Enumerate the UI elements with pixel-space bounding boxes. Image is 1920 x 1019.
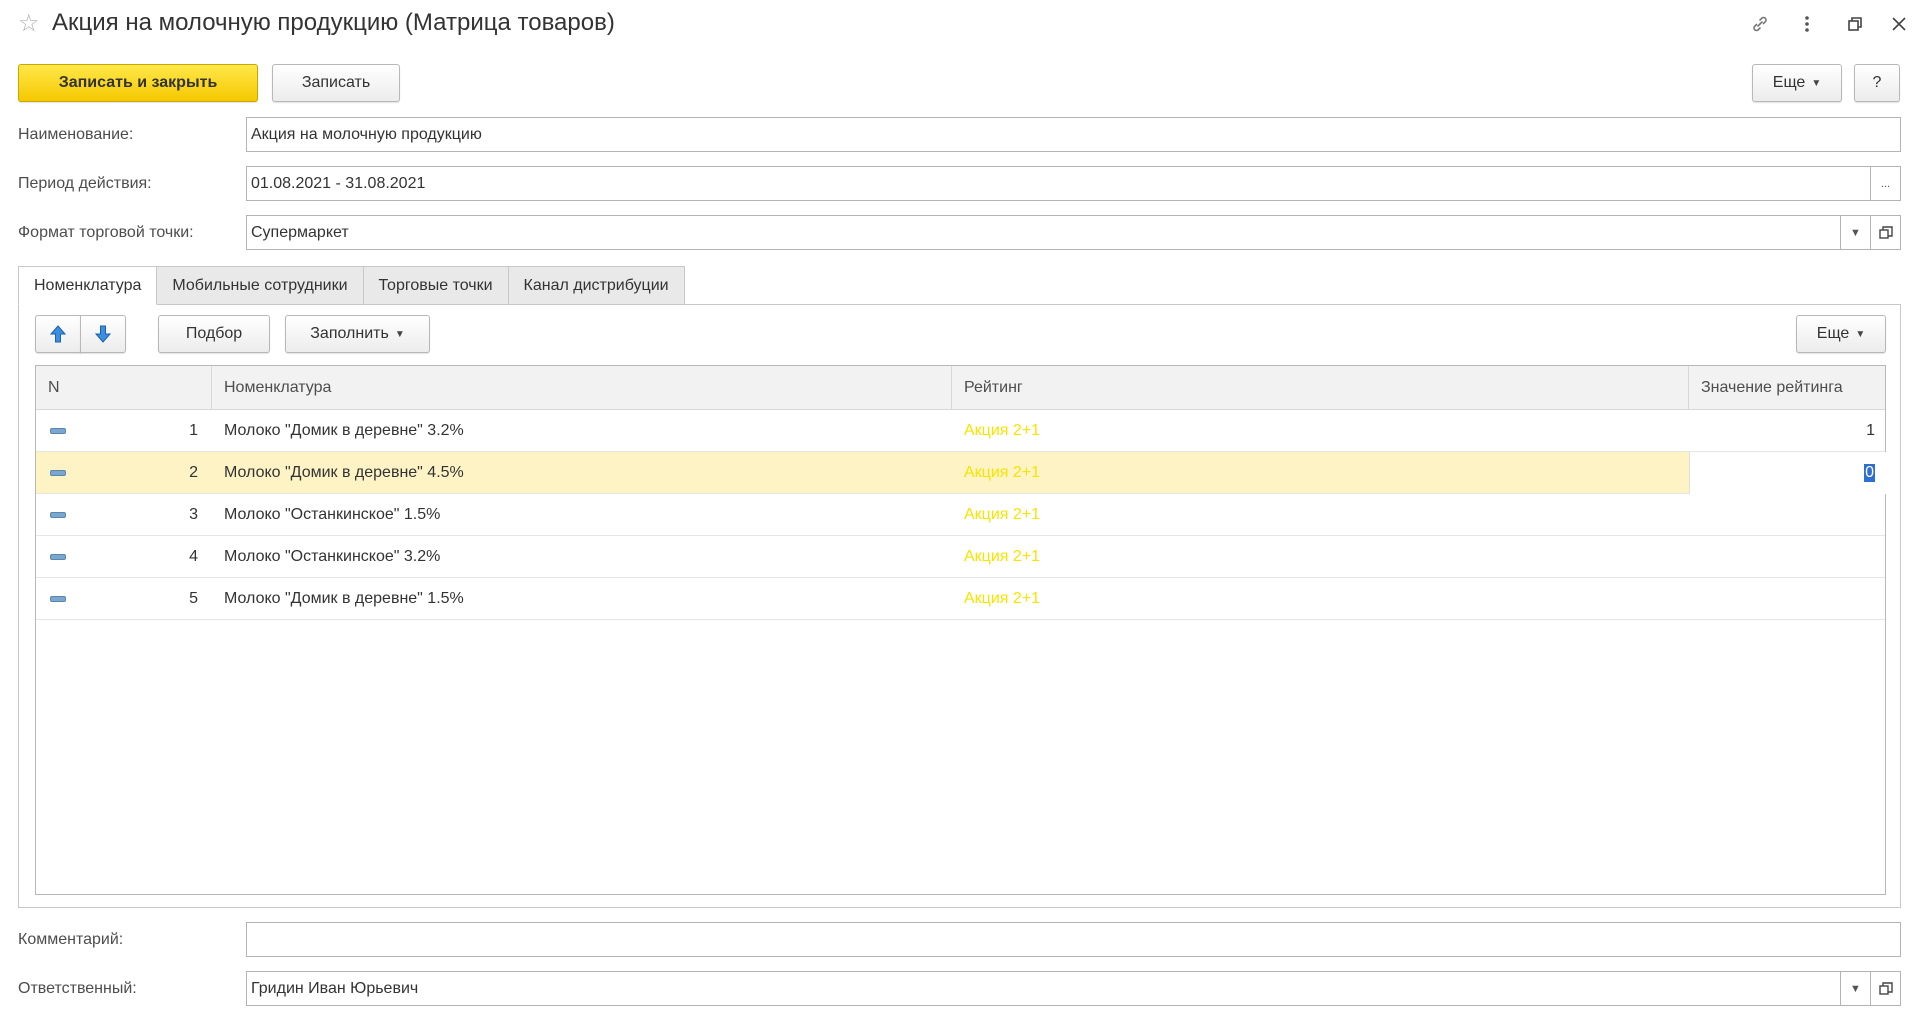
save-and-close-button[interactable]: Записать и закрыть — [18, 64, 258, 102]
more-button[interactable]: Еще ▼ — [1752, 64, 1842, 102]
title-bar: ☆ Акция на молочную продукцию (Матрица т… — [0, 0, 1920, 50]
period-input[interactable]: 01.08.2021 - 31.08.2021 — [246, 166, 1871, 201]
column-header-rating-value[interactable]: Значение рейтинга — [1689, 366, 1887, 410]
row-item: Молоко "Останкинское" 3.2% — [224, 548, 441, 565]
open-window-icon — [1878, 981, 1893, 995]
row-rating-value: 0 — [1864, 464, 1875, 482]
move-down-button[interactable] — [80, 315, 126, 353]
close-icon[interactable] — [1887, 12, 1911, 36]
arrow-down-icon — [94, 325, 112, 343]
column-header-nomenclature[interactable]: Номенклатура — [212, 366, 952, 410]
table-row-selected[interactable]: 2 Молоко "Домик в деревне" 4.5% Акция 2+… — [36, 452, 1887, 494]
tab-mobile-staff[interactable]: Мобильные сотрудники — [157, 266, 364, 305]
name-input[interactable]: Акция на молочную продукцию — [246, 117, 1901, 152]
move-up-button[interactable] — [35, 315, 81, 353]
row-number: 2 — [189, 464, 198, 481]
comment-input[interactable] — [246, 922, 1901, 957]
window-title: Акция на молочную продукцию (Матрица тов… — [52, 9, 615, 36]
pick-button[interactable]: Подбор — [158, 315, 270, 353]
name-label: Наименование: — [18, 126, 134, 143]
restore-window-icon[interactable] — [1843, 12, 1867, 36]
responsible-dropdown-button[interactable]: ▼ — [1840, 971, 1871, 1006]
tab-distribution-channel[interactable]: Канал дистрибуции — [508, 266, 685, 305]
row-rating: Акция 2+1 — [964, 506, 1041, 523]
period-select-button[interactable]: ... — [1870, 166, 1901, 201]
table-row[interactable]: 5 Молоко "Домик в деревне" 1.5% Акция 2+… — [36, 578, 1885, 620]
row-rating-value — [1689, 536, 1875, 578]
row-rating: Акция 2+1 — [964, 590, 1041, 607]
row-rating-value — [1689, 578, 1875, 620]
comment-label: Комментарий: — [18, 931, 124, 948]
tab-trade-points[interactable]: Торговые точки — [363, 266, 509, 305]
format-open-button[interactable] — [1870, 215, 1901, 250]
open-window-icon — [1878, 225, 1893, 239]
link-icon[interactable] — [1748, 12, 1772, 36]
row-number: 1 — [189, 422, 198, 439]
more-button-label: Еще — [1772, 74, 1806, 91]
row-rating: Акция 2+1 — [964, 422, 1041, 439]
table-row[interactable]: 3 Молоко "Останкинское" 1.5% Акция 2+1 — [36, 494, 1885, 536]
column-header-n[interactable]: N — [36, 366, 212, 410]
responsible-open-button[interactable] — [1870, 971, 1901, 1006]
row-rating-value: 1 — [1866, 422, 1875, 439]
items-table[interactable]: N Номенклатура Рейтинг Значение рейтинга… — [35, 365, 1887, 895]
responsible-label: Ответственный: — [18, 980, 137, 997]
fill-button-label: Заполнить — [310, 325, 389, 342]
format-dropdown-button[interactable]: ▼ — [1840, 215, 1871, 250]
table-row[interactable]: 1 Молоко "Домик в деревне" 3.2% Акция 2+… — [36, 410, 1885, 452]
row-item: Молоко "Останкинское" 1.5% — [224, 506, 441, 523]
fill-button[interactable]: Заполнить ▼ — [285, 315, 430, 353]
format-input[interactable]: Супермаркет — [246, 215, 1841, 250]
tab-bar: Номенклатура Мобильные сотрудники Торгов… — [18, 266, 685, 305]
row-rating-value — [1689, 494, 1875, 536]
chevron-down-icon: ▼ — [1850, 226, 1861, 239]
tab-nomenclature[interactable]: Номенклатура — [18, 266, 158, 305]
kebab-menu-icon[interactable] — [1795, 12, 1819, 36]
save-button[interactable]: Записать — [272, 64, 400, 102]
chevron-down-icon: ▼ — [1855, 328, 1866, 340]
responsible-input[interactable]: Гридин Иван Юрьевич — [246, 971, 1841, 1006]
row-item: Молоко "Домик в деревне" 1.5% — [224, 590, 464, 607]
arrow-up-icon — [49, 325, 67, 343]
tab-panel: Подбор Заполнить ▼ Еще ▼ N Номенклатура Ре… — [18, 304, 1901, 908]
star-icon[interactable]: ☆ — [18, 12, 40, 36]
table-row[interactable]: 4 Молоко "Останкинское" 3.2% Акция 2+1 — [36, 536, 1885, 578]
row-rating: Акция 2+1 — [964, 548, 1041, 565]
row-item: Молоко "Домик в деревне" 3.2% — [224, 422, 464, 439]
row-rating: Акция 2+1 — [964, 464, 1041, 481]
table-more-label: Еще — [1816, 325, 1850, 342]
chevron-down-icon: ▼ — [1850, 982, 1861, 995]
row-number: 4 — [189, 548, 198, 565]
format-label: Формат торговой точки: — [18, 224, 194, 241]
help-button[interactable]: ? — [1854, 64, 1900, 102]
row-item: Молоко "Домик в деревне" 4.5% — [224, 464, 464, 481]
period-label: Период действия: — [18, 175, 152, 192]
rating-value-editor[interactable]: 0 — [1689, 452, 1887, 494]
chevron-down-icon: ▼ — [1811, 77, 1822, 89]
row-number: 5 — [189, 590, 198, 607]
column-header-rating[interactable]: Рейтинг — [952, 366, 1689, 410]
chevron-down-icon: ▼ — [394, 328, 405, 340]
row-number: 3 — [189, 506, 198, 523]
table-header: N Номенклатура Рейтинг Значение рейтинга — [36, 366, 1885, 410]
table-more-button[interactable]: Еще ▼ — [1796, 315, 1886, 353]
